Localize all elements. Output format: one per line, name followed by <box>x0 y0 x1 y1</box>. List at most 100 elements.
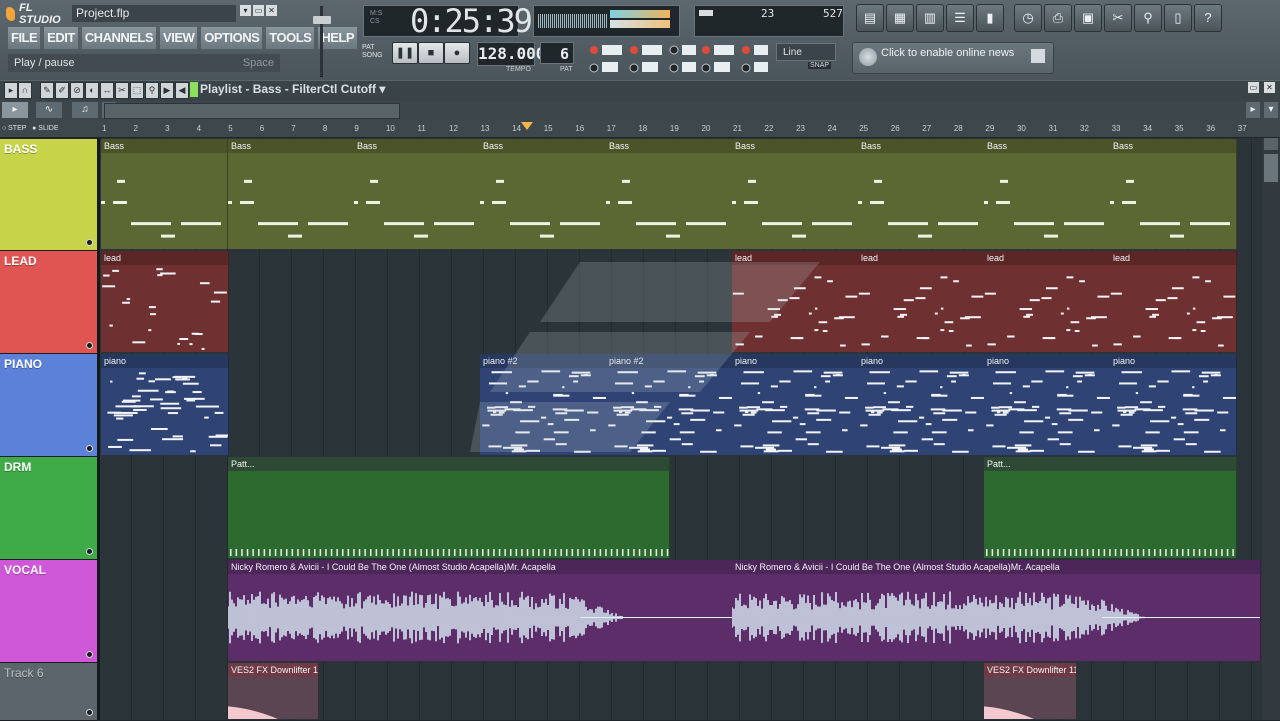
clip-drm[interactable]: Patt... <box>984 457 1237 558</box>
speaker-icon[interactable]: ◀ <box>175 82 189 99</box>
pattern-tab-icon[interactable]: ▸ <box>2 102 28 118</box>
song-time: 0:25:39 <box>410 2 533 40</box>
snap-selector[interactable]: Line <box>776 43 836 61</box>
clip-piano[interactable]: piano <box>984 354 1111 455</box>
playlist-close-button[interactable]: ✕ <box>1264 82 1275 93</box>
pause-button[interactable]: ❚❚ <box>392 42 418 64</box>
master-volume-slider[interactable] <box>312 4 332 78</box>
record-options-panel[interactable] <box>588 42 772 76</box>
draw-tool-icon[interactable]: ✎ <box>40 82 54 99</box>
project-title: Project.flp <box>72 5 236 22</box>
pat-label: PAT <box>362 44 375 51</box>
clip-piano[interactable]: piano <box>858 354 985 455</box>
piano-roll-icon[interactable]: ▦ <box>886 4 914 32</box>
scroll-down-icon[interactable]: ▾ <box>1264 102 1278 118</box>
clip-bass[interactable]: Bass <box>732 139 859 249</box>
clip-bass[interactable]: Bass <box>354 139 481 249</box>
clip-label: piano <box>858 354 984 368</box>
record-button[interactable]: ● <box>444 42 470 64</box>
search-icon[interactable]: ⚲ <box>1134 4 1162 32</box>
delete-tool-icon[interactable]: ⊘ <box>70 82 84 99</box>
track-led-icon[interactable] <box>86 239 93 246</box>
clip-label: Bass <box>480 139 606 153</box>
clip-bass[interactable]: Bass <box>228 139 355 249</box>
playlist-title[interactable]: Playlist - Bass - FilterCtl Cutoff ▾ <box>200 82 385 97</box>
news-arrow-icon[interactable] <box>1031 49 1045 63</box>
play-tool-icon[interactable]: ▶ <box>160 82 174 99</box>
clip-bass[interactable]: Bass <box>984 139 1111 249</box>
notes-icon[interactable]: ▯ <box>1164 4 1192 32</box>
zoom-tool-icon[interactable]: ⚲ <box>145 82 159 99</box>
menu-edit[interactable]: EDIT <box>44 27 78 49</box>
clip-vocal[interactable]: Nicky Romero & Avicii - I Could Be The O… <box>732 560 1261 661</box>
track-header-lead[interactable]: LEAD <box>0 251 97 354</box>
tempo-display[interactable]: 128.000 <box>477 42 545 66</box>
cpu-icon[interactable]: ◷ <box>1014 4 1042 32</box>
clip-lead[interactable]: lead <box>858 251 985 352</box>
select-tool-icon[interactable]: ⬚ <box>130 82 144 99</box>
clip-bass[interactable]: Bass <box>101 139 228 249</box>
clip-bass[interactable]: Bass <box>606 139 733 249</box>
channel-rack-icon[interactable]: ▥ <box>916 4 944 32</box>
track-header-drm[interactable]: DRM <box>0 457 97 560</box>
mute-tool-icon[interactable]: ◐ <box>85 82 99 99</box>
menu-view[interactable]: VIEW <box>160 27 198 49</box>
slip-tool-icon[interactable]: ↔ <box>100 82 114 99</box>
playhead-marker[interactable] <box>521 122 533 130</box>
clip-lead[interactable]: lead <box>101 251 229 352</box>
render-icon[interactable]: ⎙ <box>1044 4 1072 32</box>
horizontal-scrollbar[interactable] <box>104 103 400 119</box>
clip-vocal[interactable]: Nicky Romero & Avicii - I Could Be The O… <box>228 560 733 661</box>
slice-tool-icon[interactable]: ✂ <box>115 82 129 99</box>
clip-track-6[interactable]: VES2 FX Downlifter 11 <box>228 663 319 719</box>
maximize-button[interactable]: ▭ <box>253 5 264 16</box>
clip-drm[interactable]: Patt... <box>228 457 670 558</box>
step-slide-toggle[interactable]: ○ STEP ● SLIDE <box>0 121 100 137</box>
help-icon[interactable]: ? <box>1194 4 1222 32</box>
track-name: BASS <box>4 142 38 156</box>
clip-bass[interactable]: Bass <box>1110 139 1237 249</box>
automation-tab-icon[interactable]: ∿ <box>36 102 62 118</box>
close-button[interactable]: ✕ <box>266 5 277 16</box>
track-led-icon[interactable] <box>86 445 93 452</box>
volume-knob[interactable] <box>313 16 331 24</box>
browser-icon[interactable]: ▮ <box>976 4 1004 32</box>
scroll-right-icon[interactable]: ▸ <box>1246 102 1260 118</box>
menu-file[interactable]: FILE <box>8 27 41 49</box>
track-led-icon[interactable] <box>86 709 93 716</box>
paint-tool-icon[interactable]: ✐ <box>55 82 69 99</box>
online-news-panel[interactable]: Click to enable online news <box>852 42 1054 74</box>
stop-button[interactable]: ■ <box>418 42 444 64</box>
track-header-bass[interactable]: BASS <box>0 139 97 251</box>
time-display[interactable]: M:S CS 0:25:39 <box>363 5 533 37</box>
audio-tab-icon[interactable]: ♫ <box>72 102 98 118</box>
pattern-number[interactable]: 6 <box>540 42 574 64</box>
clip-piano[interactable]: piano <box>101 354 229 455</box>
timeline-ruler[interactable] <box>100 121 1280 137</box>
clip-bass[interactable]: Bass <box>858 139 985 249</box>
clip-bass[interactable]: Bass <box>480 139 607 249</box>
vertical-scrollbar[interactable] <box>1262 138 1280 720</box>
track-led-icon[interactable] <box>86 651 93 658</box>
track-header-track-6[interactable]: Track 6 <box>0 663 97 721</box>
minimize-button[interactable]: ▾ <box>240 5 251 16</box>
clip-lead[interactable]: lead <box>1110 251 1237 352</box>
playlist-menu-icon[interactable]: ▸ <box>4 82 18 99</box>
playlist-window-icon[interactable]: ▤ <box>856 4 884 32</box>
mixer-icon[interactable]: ☰ <box>946 4 974 32</box>
playlist-restore-button[interactable]: ▭ <box>1248 82 1259 93</box>
track-header-vocal[interactable]: VOCAL <box>0 560 97 663</box>
track-led-icon[interactable] <box>86 342 93 349</box>
track-led-icon[interactable] <box>86 548 93 555</box>
track-header-piano[interactable]: PIANO <box>0 354 97 457</box>
clip-piano[interactable]: piano <box>1110 354 1237 455</box>
magnet-icon[interactable]: ∩ <box>18 82 32 99</box>
menu-options[interactable]: OPTIONS <box>201 27 263 49</box>
ruler-bar-number: 37 <box>1237 124 1247 133</box>
menu-channels[interactable]: CHANNELS <box>81 27 157 49</box>
save-icon[interactable]: ▣ <box>1074 4 1102 32</box>
clip-lead[interactable]: lead <box>984 251 1111 352</box>
clip-track-6[interactable]: VES2 FX Downlifter 11 <box>984 663 1077 719</box>
tools-icon[interactable]: ✂ <box>1104 4 1132 32</box>
menu-tools[interactable]: TOOLS <box>266 27 315 49</box>
